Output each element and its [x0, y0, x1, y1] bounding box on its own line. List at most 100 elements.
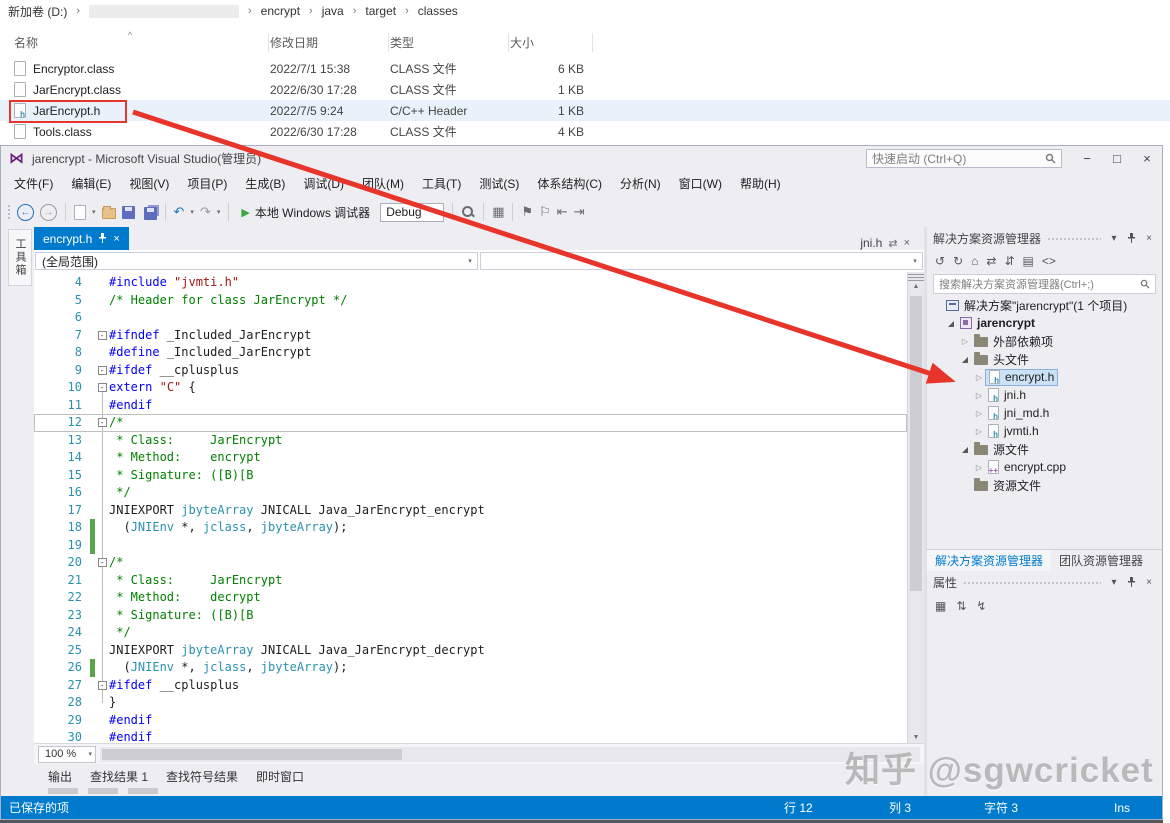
nav-back-icon[interactable]: ← [17, 203, 34, 221]
solution-search-input[interactable]: 搜索解决方案资源管理器(Ctrl+;) [933, 274, 1156, 294]
menu-item[interactable]: 项目(P) [178, 170, 236, 197]
save-icon[interactable] [121, 205, 135, 219]
tree-item[interactable]: ▷ 外部依赖项 [927, 332, 1162, 350]
indent-decrease-icon[interactable]: ⇤ [557, 204, 568, 220]
se-forward-icon[interactable]: ↻ [953, 254, 963, 268]
promote-tab-icon[interactable]: ⇄ [888, 237, 897, 250]
save-all-icon[interactable] [143, 207, 157, 220]
code-editor[interactable]: 4 #include "jvmti.h" 5 /* Header for class … [34, 272, 924, 743]
fold-collapse-icon[interactable]: - [97, 383, 107, 393]
output-tab[interactable]: 查找符号结果 [166, 768, 238, 785]
menu-item[interactable]: 测试(S) [470, 170, 528, 197]
bookmark-icon[interactable]: ⚑ [521, 204, 533, 220]
find-in-files-icon[interactable] [461, 205, 475, 219]
fold-collapse-icon[interactable]: - [97, 330, 107, 340]
file-row[interactable]: JarEncrypt.class 2022/6/30 17:28 CLASS 文件 1… [0, 79, 1170, 100]
scope-dropdown[interactable]: (全局范围) ▾ [35, 252, 478, 270]
open-file-icon[interactable] [101, 205, 116, 219]
file-row[interactable]: Tools.class 2022/6/30 17:28 CLASS 文件 4 KB [0, 121, 1170, 142]
expanded-arrow-icon[interactable]: ◢ [959, 445, 971, 454]
quick-launch-input[interactable]: 快速启动 (Ctrl+Q) [866, 148, 1062, 168]
events-icon[interactable]: ↯ [976, 599, 986, 613]
breadcrumb-segment[interactable]: encrypt [259, 4, 302, 18]
column-header-name[interactable]: 名称 [14, 34, 270, 51]
new-file-icon[interactable] [74, 204, 86, 220]
chevron-down-icon[interactable]: ▾ [92, 208, 96, 216]
se-sync-icon[interactable]: ⇄ [986, 254, 996, 268]
fold-collapse-icon[interactable]: - [97, 418, 107, 428]
preview-tab-jni-h[interactable]: jni.h ⇄ × [860, 236, 924, 250]
zoom-dropdown[interactable]: 100 % ▾ [38, 745, 96, 763]
chevron-down-icon[interactable]: ▾ [190, 208, 194, 216]
breadcrumb-segment[interactable]: java [320, 4, 346, 18]
file-row[interactable]: Encryptor.class 2022/7/1 15:38 CLASS 文件 6 K… [0, 58, 1170, 79]
fold-collapse-icon[interactable]: - [97, 365, 107, 375]
se-collapse-all-icon[interactable]: ⇵ [1004, 254, 1014, 268]
undo-icon[interactable]: ↶ [174, 204, 185, 220]
tree-item[interactable]: ◢ jarencrypt [927, 314, 1162, 332]
chevron-down-icon[interactable]: ▾ [217, 208, 221, 216]
alphabetical-icon[interactable]: ⇅ [956, 599, 966, 613]
se-back-icon[interactable]: ↺ [935, 254, 945, 268]
output-tab[interactable]: 即时窗口 [256, 768, 304, 785]
menu-item[interactable]: 调试(D) [294, 170, 353, 197]
horizontal-scrollbar[interactable] [100, 746, 920, 762]
menu-item[interactable]: 工具(T) [413, 170, 470, 197]
output-tab[interactable]: 输出 [48, 768, 72, 785]
collapsed-arrow-icon[interactable]: ▷ [973, 427, 985, 436]
collapsed-arrow-icon[interactable]: ▷ [973, 391, 985, 400]
column-header-date[interactable]: 修改日期 [270, 34, 390, 51]
redo-icon[interactable]: ↷ [200, 204, 211, 220]
scrollbar-thumb[interactable] [910, 296, 922, 591]
drag-grip[interactable] [1047, 237, 1101, 242]
column-header-size[interactable]: 大小 [510, 34, 596, 51]
menu-item[interactable]: 窗口(W) [670, 170, 731, 197]
tree-item[interactable]: ▷ h jni_md.h [927, 404, 1162, 422]
breadcrumb-segment[interactable]: classes [416, 4, 460, 18]
breadcrumb-segment[interactable]: target [363, 4, 398, 18]
se-preview-icon[interactable]: <> [1042, 254, 1056, 268]
member-dropdown[interactable]: ▾ [480, 252, 923, 270]
fold-collapse-icon[interactable]: - [97, 680, 107, 690]
breadcrumb-segment[interactable]: 新加卷 (D:) [6, 3, 69, 20]
tree-item[interactable]: ▷ h encrypt.h [927, 368, 1162, 386]
toolbox-tab[interactable]: 工具箱 [8, 229, 32, 286]
output-tab[interactable]: 查找结果 1 [90, 768, 148, 785]
expanded-arrow-icon[interactable]: ◢ [945, 319, 957, 328]
splitter-handle[interactable] [908, 272, 924, 281]
se-home-icon[interactable]: ⌂ [971, 254, 978, 268]
maximize-button[interactable]: □ [1102, 146, 1132, 170]
start-debug-button[interactable]: ▶ 本地 Windows 调试器 [237, 204, 374, 221]
menu-item[interactable]: 编辑(E) [62, 170, 120, 197]
close-panel-icon[interactable]: × [1142, 233, 1156, 244]
menu-item[interactable]: 帮助(H) [731, 170, 790, 197]
close-tab-icon[interactable]: × [113, 233, 119, 245]
column-header-type[interactable]: 类型 [390, 34, 510, 51]
tree-item[interactable]: 资源文件 [927, 476, 1162, 494]
fold-collapse-icon[interactable]: - [97, 558, 107, 568]
menu-item[interactable]: 文件(F) [5, 170, 62, 197]
scrollbar-thumb[interactable] [102, 748, 402, 760]
se-properties-icon[interactable]: ▤ [1023, 254, 1034, 268]
tab-encrypt-h[interactable]: encrypt.h × [34, 227, 129, 250]
tree-item[interactable]: ▷ ++ encrypt.cpp [927, 458, 1162, 476]
panel-tab[interactable]: 团队资源管理器 [1051, 550, 1151, 571]
tree-item[interactable]: 解决方案"jarencrypt"(1 个项目) [927, 296, 1162, 314]
chevron-down-icon[interactable]: ▾ [1107, 233, 1121, 244]
tree-item[interactable]: ◢ 源文件 [927, 440, 1162, 458]
solution-configurations-combo[interactable]: Debug ▾ [380, 202, 445, 222]
tree-item[interactable]: ▷ h jvmti.h [927, 422, 1162, 440]
solution-platforms-icon[interactable]: ▦ [492, 204, 504, 220]
menu-item[interactable]: 团队(M) [353, 170, 413, 197]
expanded-arrow-icon[interactable]: ◢ [959, 355, 971, 364]
drag-grip[interactable] [963, 581, 1101, 586]
chevron-down-icon[interactable]: ▾ [1107, 577, 1121, 588]
tree-item[interactable]: ▷ h jni.h [927, 386, 1162, 404]
close-panel-icon[interactable]: × [1142, 577, 1156, 588]
close-button[interactable]: × [1132, 146, 1162, 170]
nav-forward-icon[interactable]: → [40, 203, 57, 221]
scroll-up-icon[interactable]: ▲ [908, 281, 924, 292]
collapsed-arrow-icon[interactable]: ▷ [973, 409, 985, 418]
file-row[interactable]: h JarEncrypt.h 2022/7/5 9:24 C/C++ Header 1 … [0, 100, 1170, 121]
menu-item[interactable]: 视图(V) [120, 170, 178, 197]
